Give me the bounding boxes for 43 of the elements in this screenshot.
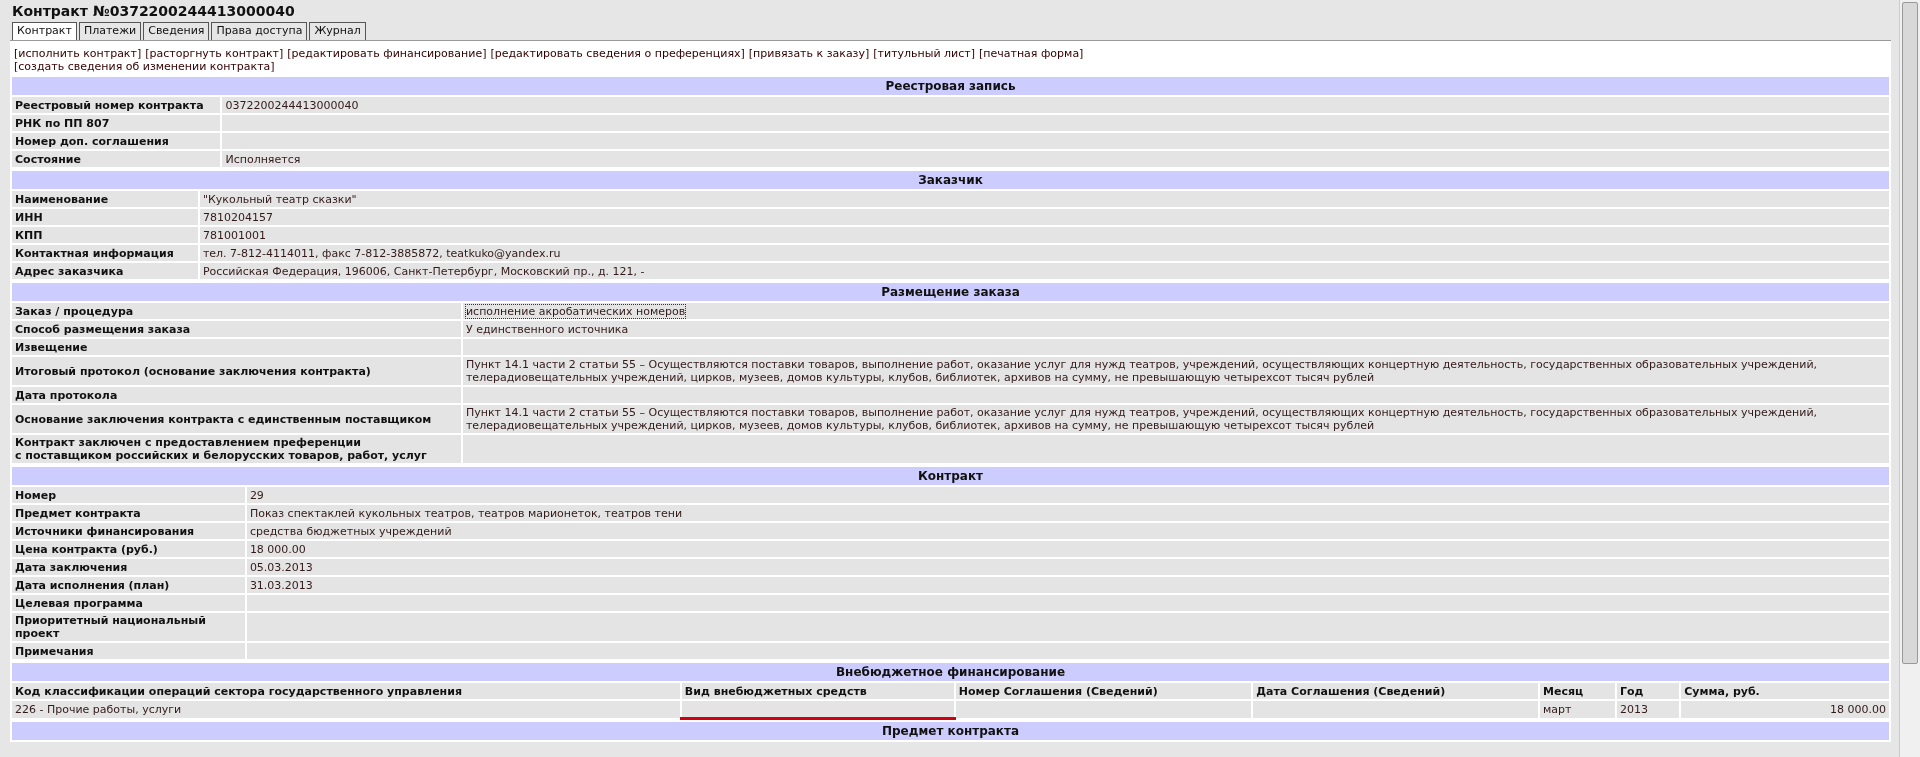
field-value: исполнение акробатических номеров xyxy=(465,304,686,318)
action-link[interactable]: [расторгнуть контракт] xyxy=(145,47,284,60)
tab[interactable]: Журнал xyxy=(309,22,366,40)
field-value: 18 000.00 xyxy=(249,542,306,556)
field-value: У единственного источника xyxy=(465,322,629,336)
field-label: Приоритетный национальный проект xyxy=(11,612,246,642)
field-value: 0372200244413000040 xyxy=(225,98,359,112)
field-value: 781001001 xyxy=(202,228,266,242)
section-header: Заказчик xyxy=(11,170,1890,190)
tab[interactable]: Сведения xyxy=(143,22,210,40)
field-value: "Кукольный театр сказки" xyxy=(202,192,357,206)
action-link[interactable]: [создать сведения об изменении контракта] xyxy=(14,60,275,73)
section-header: Контракт xyxy=(11,466,1890,486)
field-label: Основание заключения контракта с единственным поставщиком xyxy=(11,404,462,434)
field-value: Исполняется xyxy=(225,152,301,166)
field-label: Итоговый протокол (основание заключения контракта) xyxy=(11,356,462,386)
tab[interactable]: Контракт xyxy=(12,22,77,40)
section-header: Предмет контракта xyxy=(11,721,1890,741)
section-header: Размещение заказа xyxy=(11,282,1890,302)
field-value: Пункт 14.1 части 2 статьи 55 – Осуществляются поставки товаров, выполнение работ, оказание услуг для нужд театров, учреждений, осуществляющих концертную деятельность, государственных образовательных учреждений, телерадиовещательных учреждений, цирков, музеев, домов культуры, клубов, библиотек, архивов на сумму, не превышающую четырехсот тысяч рублей xyxy=(465,406,1818,432)
field-value: Показ спектаклей кукольных театров, театров марионеток, театров тени xyxy=(249,506,683,520)
scrollbar[interactable] xyxy=(1899,0,1920,757)
action-link[interactable]: [исполнить контракт] xyxy=(14,47,142,60)
action-link[interactable]: [привязать к заказу] xyxy=(748,47,870,60)
field-value: Пункт 14.1 части 2 статьи 55 – Осуществляются поставки товаров, выполнение работ, оказание услуг для нужд театров, учреждений, осуществляющих концертную деятельность, государственных образовательных учреждений, телерадиовещательных учреждений, цирков, музеев, домов культуры, клубов, библиотек, архивов на сумму, не превышающую четырехсот тысяч рублей xyxy=(465,358,1818,384)
tab[interactable]: Права доступа xyxy=(211,22,308,40)
field-value: 31.03.2013 xyxy=(249,578,313,592)
field-value: 29 xyxy=(249,488,264,502)
page-title: Контракт №0372200244413000040 xyxy=(11,2,296,21)
field-value: средства бюджетных учреждений xyxy=(249,524,452,538)
action-link[interactable]: [редактировать финансирование] xyxy=(287,47,487,60)
scroll-thumb[interactable] xyxy=(1902,2,1918,664)
action-link[interactable]: [печатная форма] xyxy=(979,47,1084,60)
field-value: 05.03.2013 xyxy=(249,560,313,574)
tab[interactable]: Платежи xyxy=(78,22,142,40)
action-link[interactable]: [редактировать сведения о преференциях] xyxy=(490,47,745,60)
section-header: Внебюджетное финансирование xyxy=(11,662,1890,682)
field-value: Российская Федерация, 196006, Санкт-Петербург, Московский пр., д. 121, - xyxy=(202,264,645,278)
field-label: Контракт заключен с предоставлением преференции с поставщиком российских и белорусских товаров, работ, услуг xyxy=(11,434,462,464)
field-value: тел. 7-812-4114011, факс 7-812-3885872, teatkuko@yandex.ru xyxy=(202,246,561,260)
section-header: Реестровая запись xyxy=(11,76,1890,96)
field-value: 7810204157 xyxy=(202,210,273,224)
action-link[interactable]: [титульный лист] xyxy=(873,47,975,60)
